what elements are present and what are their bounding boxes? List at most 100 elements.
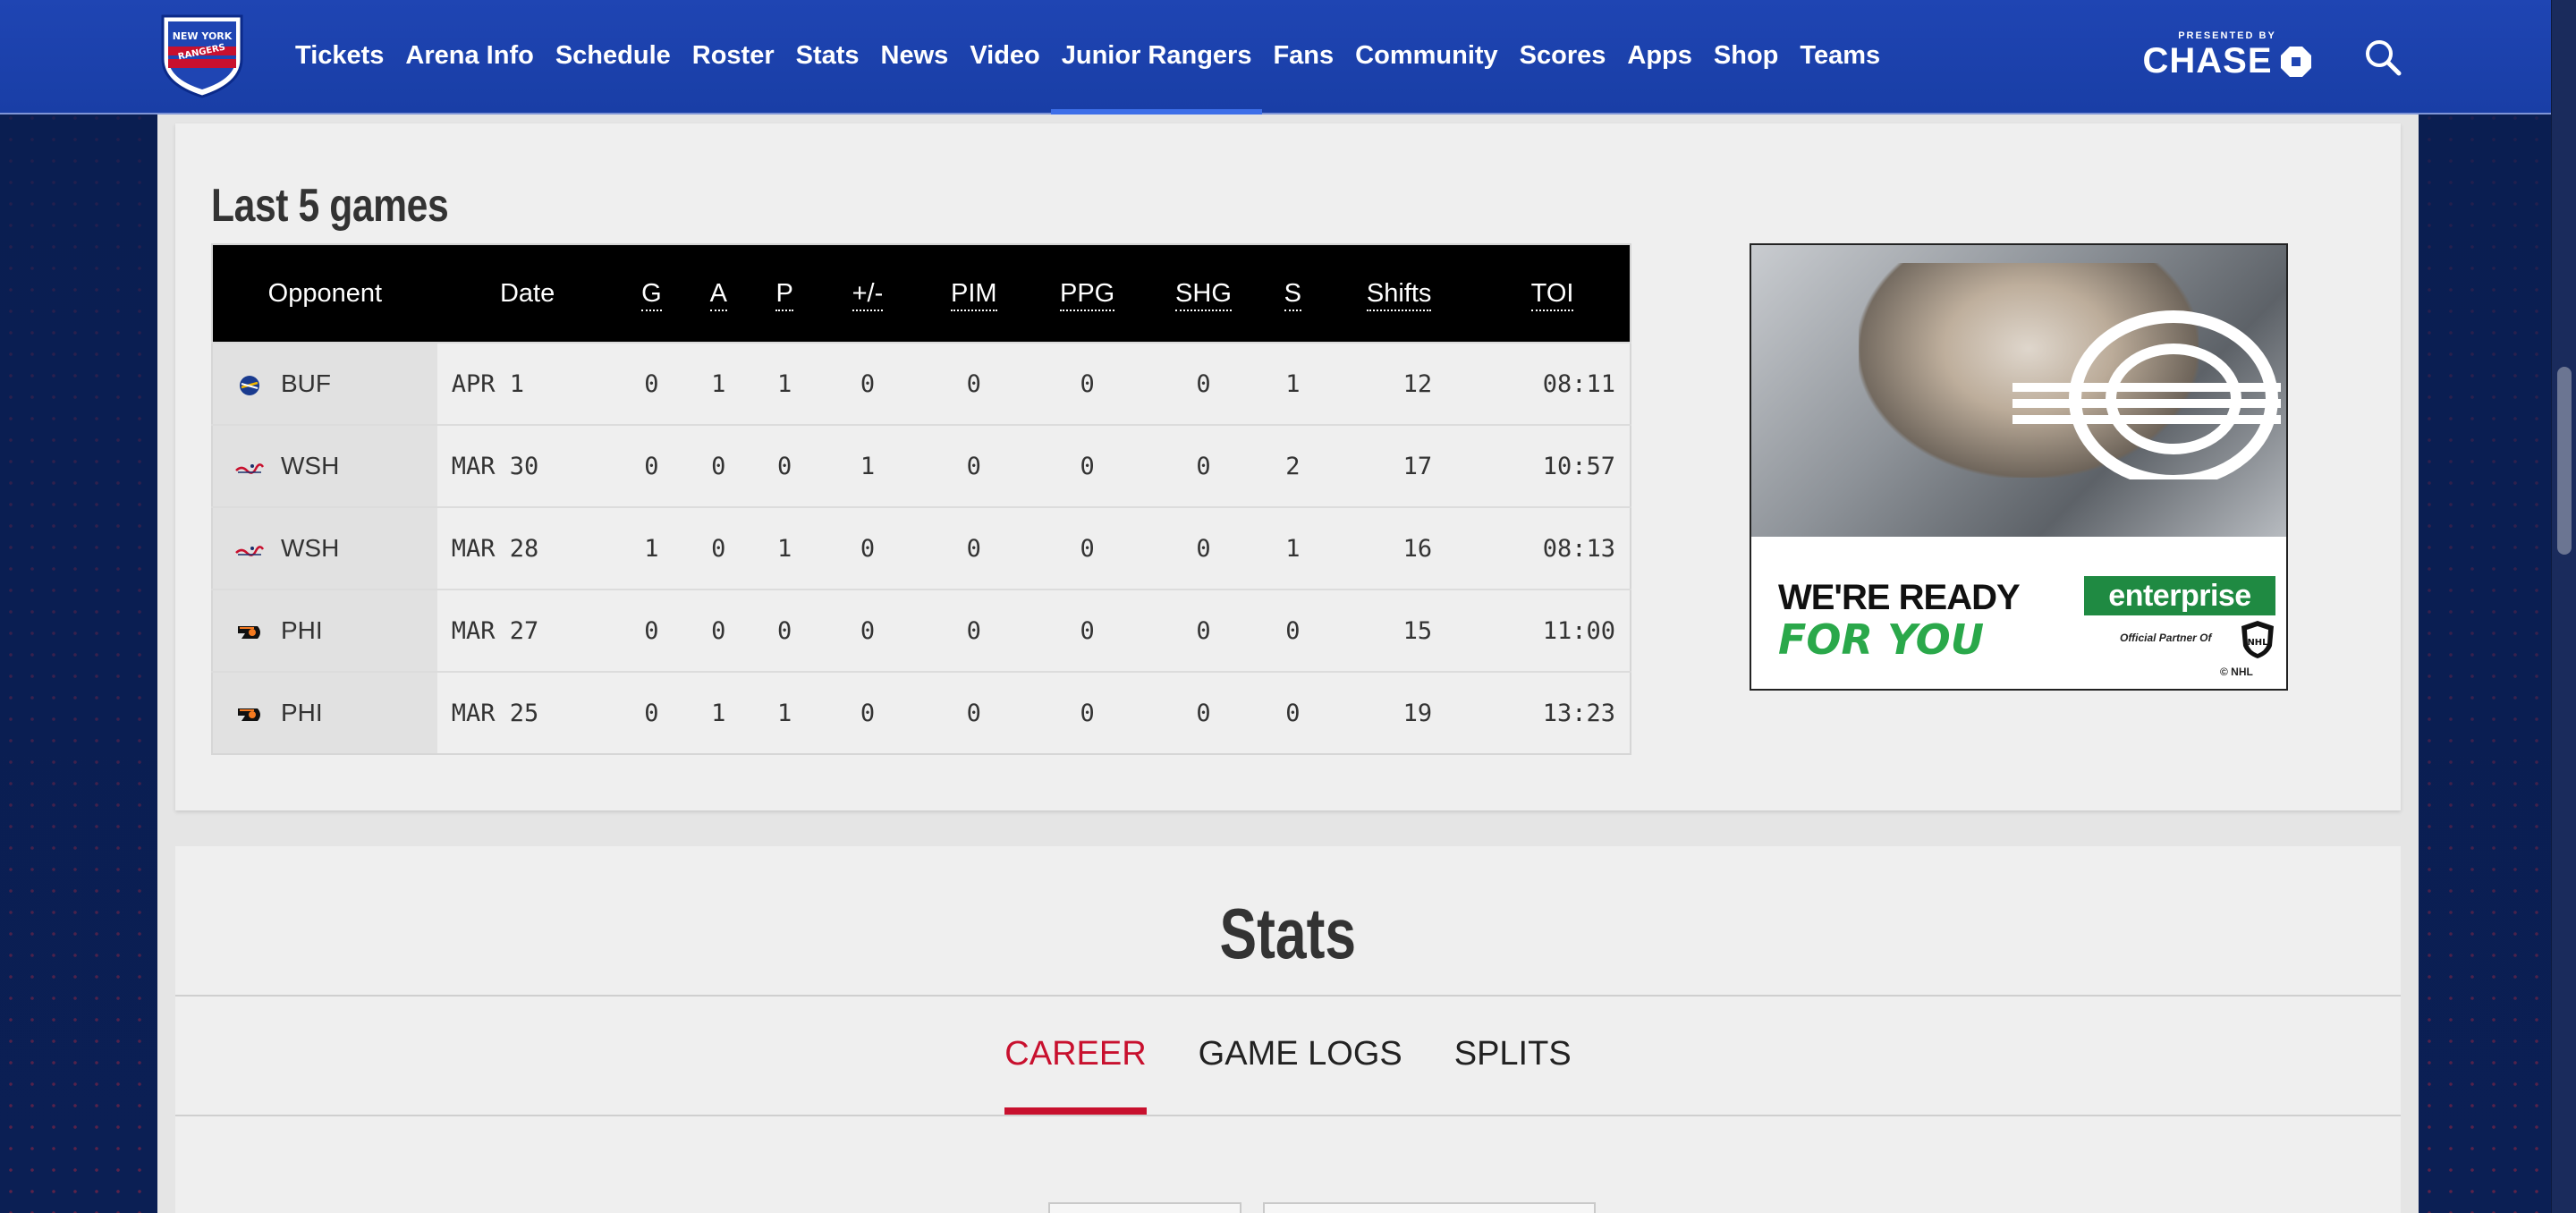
ad-headline: WE'RE READY [1778,578,2021,617]
nav-item-schedule[interactable]: Schedule [545,0,682,115]
opponent-abbr: WSH [281,534,340,562]
nav-item-video[interactable]: Video [959,0,1050,115]
opponent-cell[interactable]: WSH [212,424,437,507]
date-cell: MAR 27 [436,589,618,672]
stat-cell-shifts: 15 [1323,589,1476,672]
nav-item-community[interactable]: Community [1344,0,1509,115]
top-navigation-bar: NEW YORK RANGERS Tickets Arena Info Schedu… [0,0,2551,115]
column-header-g: G [617,244,686,343]
stat-cell-pim: 0 [917,506,1030,590]
search-icon[interactable] [2361,36,2404,79]
stat-cell-shifts: 19 [1323,671,1476,754]
stat-cell-g: 0 [617,671,686,754]
stat-cell-s: 2 [1262,424,1324,507]
ad-copyright: © NHL [2220,666,2253,678]
enterprise-advertisement[interactable]: WE'RE READY FOR YOU enterprise Official … [1750,243,2288,691]
last-games-card: Last 5 games Opponent Date G A P +/- PIM PPG SHG… [175,123,2401,810]
stat-cell-shg: 0 [1144,342,1263,425]
stats-title: Stats [1219,894,1357,973]
table-row[interactable]: WSH MAR 28 1 0 1 0 0 0 0 1 16 08:13 [212,506,1631,590]
nav-item-news[interactable]: News [870,0,960,115]
stat-cell-shg: 0 [1144,506,1263,590]
column-header-plus-minus: +/- [818,244,918,343]
stat-cell-ppg: 0 [1030,506,1145,590]
page-scrollbar[interactable] [2551,0,2576,1213]
tab-career[interactable]: CAREER [1004,995,1148,1115]
opponent-cell[interactable]: WSH [212,506,437,590]
nav-item-stats[interactable]: Stats [785,0,870,115]
league-filter[interactable] [1263,1202,1596,1213]
flyers-logo-icon [238,708,260,721]
tab-game-logs[interactable]: GAME LOGS [1199,995,1402,1115]
chase-sponsor-logo[interactable]: PRESENTED BY CHASE [2138,30,2317,84]
stat-cell-shg: 0 [1144,589,1263,672]
stat-cell-shifts: 17 [1323,424,1476,507]
stat-cell-pim: 0 [917,424,1030,507]
opponent-abbr: BUF [281,369,331,397]
stat-cell-p: 0 [751,424,818,507]
stat-cell-s: 1 [1262,506,1324,590]
column-header-ppg: PPG [1030,244,1145,343]
stat-cell-pim: 0 [917,342,1030,425]
stat-cell-p: 0 [751,589,818,672]
nav-item-arena-info[interactable]: Arena Info [394,0,544,115]
date-cell: MAR 28 [436,506,618,590]
nav-item-tickets[interactable]: Tickets [284,0,394,115]
table-row[interactable]: PHI MAR 27 0 0 0 0 0 0 0 0 15 11:00 [212,589,1631,672]
opponent-abbr: WSH [281,452,340,479]
divider [175,1115,2401,1116]
stat-cell-ppg: 0 [1030,671,1145,754]
stat-cell-s: 1 [1262,342,1324,425]
stat-cell-pm: 0 [818,506,918,590]
stat-cell-shifts: 12 [1323,342,1476,425]
column-header-opponent: Opponent [212,244,437,343]
column-header-toi: TOI [1475,244,1631,343]
nav-item-roster[interactable]: Roster [682,0,785,115]
stat-cell-shifts: 16 [1323,506,1476,590]
table-row[interactable]: BUF APR 1 0 1 1 0 0 0 0 1 12 08:11 [212,342,1631,425]
stat-cell-toi: 13:23 [1475,671,1631,754]
nav-item-shop[interactable]: Shop [1703,0,1790,115]
table-row[interactable]: WSH MAR 30 0 0 0 1 0 0 0 2 17 10:57 [212,424,1631,507]
table-row[interactable]: PHI MAR 25 0 1 1 0 0 0 0 0 19 13:23 [212,671,1631,754]
player-page-content: Last 5 games Opponent Date G A P +/- PIM PPG SHG… [157,115,2419,1213]
capitals-logo-icon [235,545,265,556]
stat-cell-p: 1 [751,671,818,754]
season-filter[interactable] [1048,1202,1241,1213]
stat-cell-toi: 10:57 [1475,424,1631,507]
nav-item-teams[interactable]: Teams [1789,0,1891,115]
opponent-cell[interactable]: BUF [212,342,437,425]
nav-item-junior-rangers[interactable]: Junior Rangers [1050,0,1263,115]
opponent-cell[interactable]: PHI [212,589,437,672]
column-header-p: P [751,244,818,343]
column-header-s: S [1262,244,1324,343]
stat-cell-a: 0 [685,589,752,672]
stat-cell-pm: 0 [818,589,918,672]
nav-item-fans[interactable]: Fans [1262,0,1344,115]
stat-cell-p: 1 [751,506,818,590]
opponent-abbr: PHI [281,616,323,644]
tab-splits[interactable]: SPLITS [1454,995,1572,1115]
ad-partner-label: Official Partner Of [2120,632,2212,644]
svg-text:NEW YORK: NEW YORK [173,30,233,42]
ad-subline: FOR YOU [1778,615,1985,664]
sponsor-name: CHASE [2142,41,2273,81]
rangers-logo[interactable]: NEW YORK RANGERS [157,13,247,98]
stat-cell-toi: 08:11 [1475,342,1631,425]
stat-cell-g: 0 [617,342,686,425]
nav-item-apps[interactable]: Apps [1616,0,1703,115]
nav-item-scores[interactable]: Scores [1509,0,1617,115]
last-games-heading: Last 5 games [211,180,449,232]
column-header-pim: PIM [917,244,1030,343]
opponent-cell[interactable]: PHI [212,671,437,754]
svg-text:NHL: NHL [2247,638,2268,648]
stat-cell-toi: 08:13 [1475,506,1631,590]
enterprise-e-logo-icon [2012,310,2281,479]
stat-cell-pm: 1 [818,424,918,507]
scrollbar-thumb[interactable] [2557,367,2572,555]
background-left-panel [0,0,157,1213]
sponsor-presented-label: PRESENTED BY [2178,30,2276,41]
stat-cell-s: 0 [1262,589,1324,672]
nhl-shield-icon: NHL [2241,621,2274,658]
enterprise-brand-logo: enterprise [2084,576,2275,615]
